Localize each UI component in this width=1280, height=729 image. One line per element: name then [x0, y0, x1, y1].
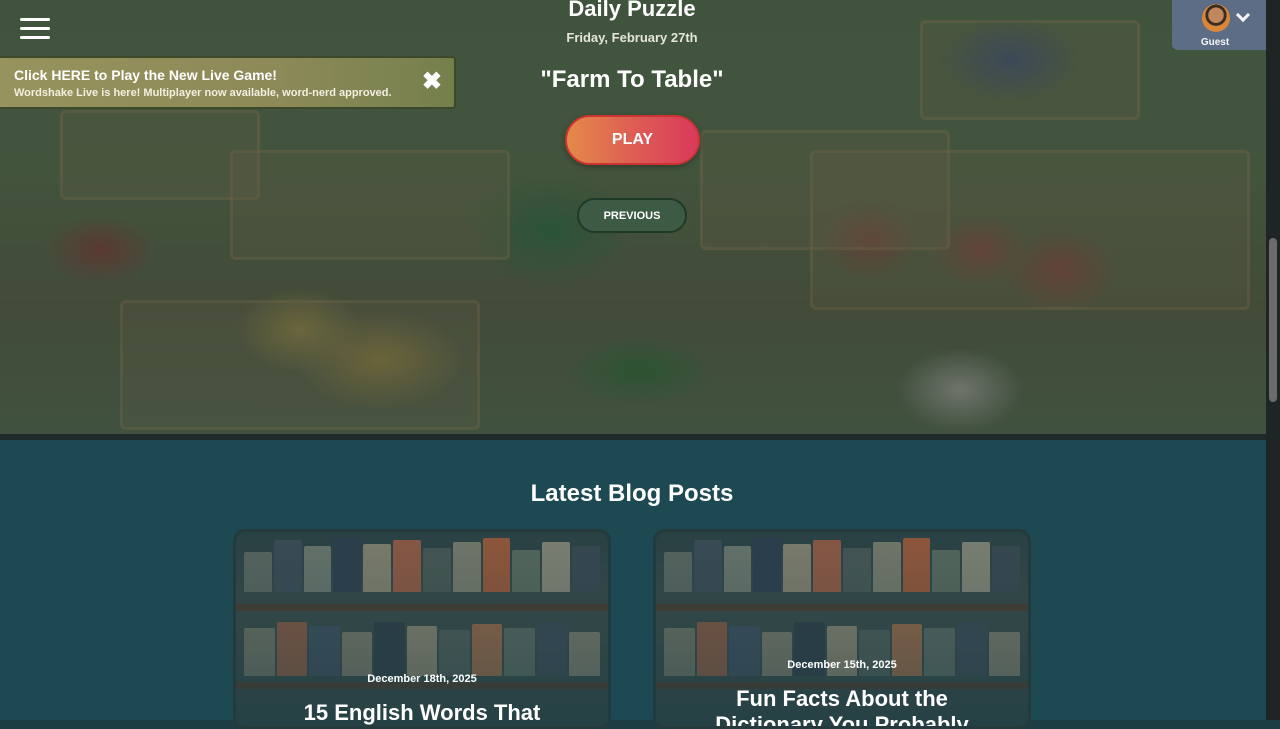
blog-section-title: Latest Blog Posts — [530, 480, 734, 507]
avatar[interactable] — [1202, 4, 1230, 32]
play-button[interactable]: PLAY — [565, 115, 700, 165]
blog-card-date: December 18th, 2025 — [367, 673, 477, 685]
blog-card-title-line-2[interactable]: Dictionary You Probably — [656, 712, 1028, 726]
previous-button[interactable]: PREVIOUS — [577, 198, 687, 233]
blog-card-title[interactable]: 15 English Words That — [236, 700, 608, 726]
page-title: Daily Puzzle — [568, 0, 696, 21]
user-menu[interactable]: Guest — [1172, 0, 1266, 50]
card-overlay — [236, 532, 608, 726]
blog-section: Latest Blog Posts December 18th, 2025 15… — [0, 440, 1266, 729]
hero-section: Click HERE to Play the New Live Game! Wo… — [0, 0, 1266, 436]
scrollbar-thumb[interactable] — [1269, 238, 1277, 402]
blog-card-date: December 15th, 2025 — [787, 659, 897, 671]
blog-card[interactable]: December 18th, 2025 15 English Words Tha… — [233, 529, 611, 729]
user-label: Guest — [1200, 37, 1230, 48]
blog-card-title[interactable]: Fun Facts About the — [656, 686, 1028, 712]
blog-card[interactable]: December 15th, 2025 Fun Facts About the … — [653, 529, 1031, 729]
puzzle-date: Friday, February 27th — [566, 30, 698, 45]
chevron-down-icon[interactable] — [1235, 7, 1251, 23]
puzzle-name: "Farm To Table" — [540, 66, 724, 93]
